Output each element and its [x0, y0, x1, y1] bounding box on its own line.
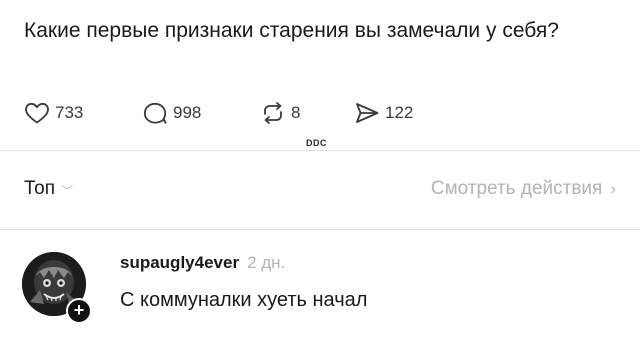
sort-label: Топ [24, 178, 55, 199]
view-activity-label: Смотреть действия [430, 178, 603, 199]
divider [0, 150, 640, 151]
watermark: DDC [306, 138, 327, 148]
comment-item: + supaugly4ever 2 дн. С коммуналки хуеть… [22, 244, 620, 334]
repost-arrows-icon [264, 102, 282, 124]
repost-button[interactable]: 8 [260, 101, 354, 125]
comment-bubble-icon [143, 102, 167, 124]
follow-plus-button[interactable]: + [66, 298, 92, 324]
view-activity-link[interactable]: Смотреть действия › [431, 178, 616, 200]
comment-header: supaugly4ever 2 дн. [120, 253, 285, 273]
share-count: 122 [385, 103, 414, 122]
share-send-icon [356, 103, 379, 123]
divider [0, 229, 640, 230]
comment-count: 998 [173, 103, 202, 122]
share-button[interactable]: 122 [354, 101, 454, 125]
repost-count: 8 [291, 103, 301, 122]
comments-toolbar: Топ ﹀ Смотреть действия › [24, 174, 616, 204]
avatar-container[interactable]: + [22, 252, 92, 324]
comment-text: С коммуналки хуеть начал [120, 289, 368, 311]
post-actions: 733 998 8 122 [24, 98, 454, 128]
sort-dropdown[interactable]: Топ ﹀ [24, 178, 73, 200]
heart-icon [25, 102, 49, 124]
comment-timestamp: 2 дн. [247, 253, 286, 272]
comment-button[interactable]: 998 [142, 101, 260, 125]
chevron-right-icon: › [610, 179, 616, 198]
post-text: Какие первые признаки старения вы замеча… [24, 19, 559, 42]
like-button[interactable]: 733 [24, 101, 142, 125]
comment-username[interactable]: supaugly4ever [120, 253, 239, 273]
like-count: 733 [55, 103, 84, 122]
chevron-down-icon: ﹀ [60, 183, 73, 198]
